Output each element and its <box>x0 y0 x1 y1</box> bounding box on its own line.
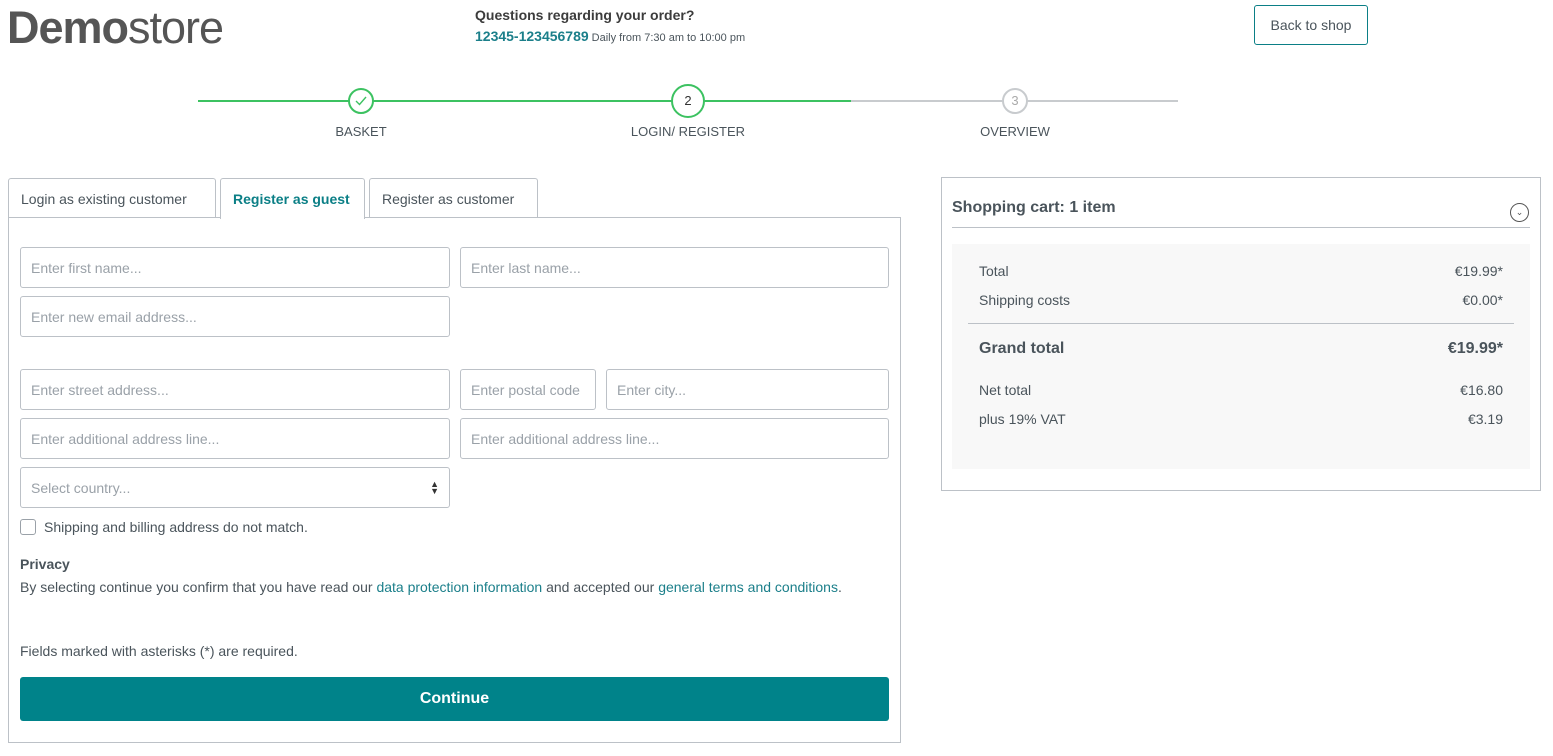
logo[interactable]: Demostore <box>7 2 224 54</box>
address-line-2-input[interactable] <box>460 418 889 459</box>
summary-row-net: Net total €16.80 <box>979 382 1503 398</box>
required-note: Fields marked with asterisks (*) are req… <box>20 643 298 659</box>
terms-link[interactable]: general terms and conditions <box>658 579 838 595</box>
postal-code-input[interactable] <box>460 369 596 410</box>
cart-title: Shopping cart: 1 item <box>952 199 1116 216</box>
summary-row-shipping: Shipping costs €0.00* <box>979 292 1503 308</box>
shopping-cart-panel: Shopping cart: 1 item ⌄ Total €19.99* Shi… <box>941 177 1541 491</box>
step-label: LOGIN/ REGISTER <box>630 124 746 139</box>
city-input[interactable] <box>606 369 889 410</box>
privacy-text: By selecting continue you confirm that y… <box>20 579 842 595</box>
continue-button[interactable]: Continue <box>20 677 889 721</box>
address-mismatch-label: Shipping and billing address do not matc… <box>44 519 308 535</box>
address-mismatch-checkbox[interactable] <box>20 519 36 535</box>
support-question: Questions regarding your order? <box>475 7 695 23</box>
support-hours: Daily from 7:30 am to 10:00 pm <box>591 32 746 44</box>
progress-line-done <box>198 100 851 102</box>
tab-register-customer[interactable]: Register as customer <box>369 178 538 218</box>
divider <box>968 323 1514 324</box>
street-input[interactable] <box>20 369 450 410</box>
email-input[interactable] <box>20 296 450 337</box>
country-select[interactable]: Select country... ▲ ▼ <box>20 467 450 508</box>
cart-summary: Total €19.99* Shipping costs €0.00* Grand … <box>952 244 1530 469</box>
tab-login-existing[interactable]: Login as existing customer <box>8 178 216 218</box>
address-line-1-input[interactable] <box>20 418 450 459</box>
tab-register-guest[interactable]: Register as guest <box>220 178 365 219</box>
step-login: 2 <box>671 84 705 118</box>
chevron-down-icon[interactable]: ⌄ <box>1510 203 1529 222</box>
privacy-title: Privacy <box>20 556 70 572</box>
sort-arrows-icon: ▲ ▼ <box>430 478 439 496</box>
first-name-input[interactable] <box>20 247 450 288</box>
last-name-input[interactable] <box>460 247 889 288</box>
support-phone: 12345-123456789 Daily from 7:30 am to 10:… <box>475 28 746 44</box>
step-label: BASKET <box>335 124 387 139</box>
summary-row-grand-total: Grand total €19.99* <box>979 340 1503 357</box>
summary-row-total: Total €19.99* <box>979 263 1503 279</box>
step-overview: 3 <box>1002 88 1028 114</box>
summary-row-vat: plus 19% VAT €3.19 <box>979 411 1503 427</box>
step-label: OVERVIEW <box>980 124 1050 139</box>
step-basket-check-icon <box>348 88 374 114</box>
divider <box>952 227 1530 228</box>
back-to-shop-button[interactable]: Back to shop <box>1254 5 1368 45</box>
data-protection-link[interactable]: data protection information <box>376 579 542 595</box>
